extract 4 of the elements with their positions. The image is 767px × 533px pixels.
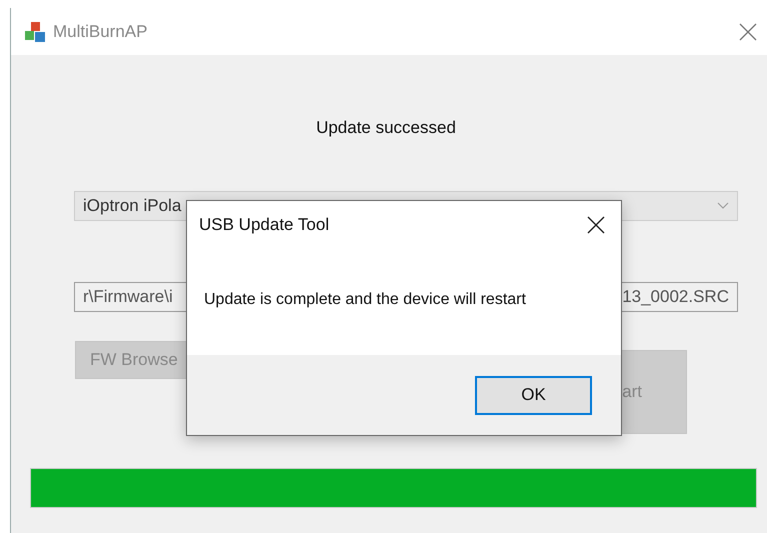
dialog-title: USB Update Tool	[199, 215, 330, 235]
dialog-message: Update is complete and the device will restart	[204, 291, 526, 308]
status-text: Update successed	[316, 118, 456, 138]
window-title: MultiBurnAP	[53, 22, 148, 42]
